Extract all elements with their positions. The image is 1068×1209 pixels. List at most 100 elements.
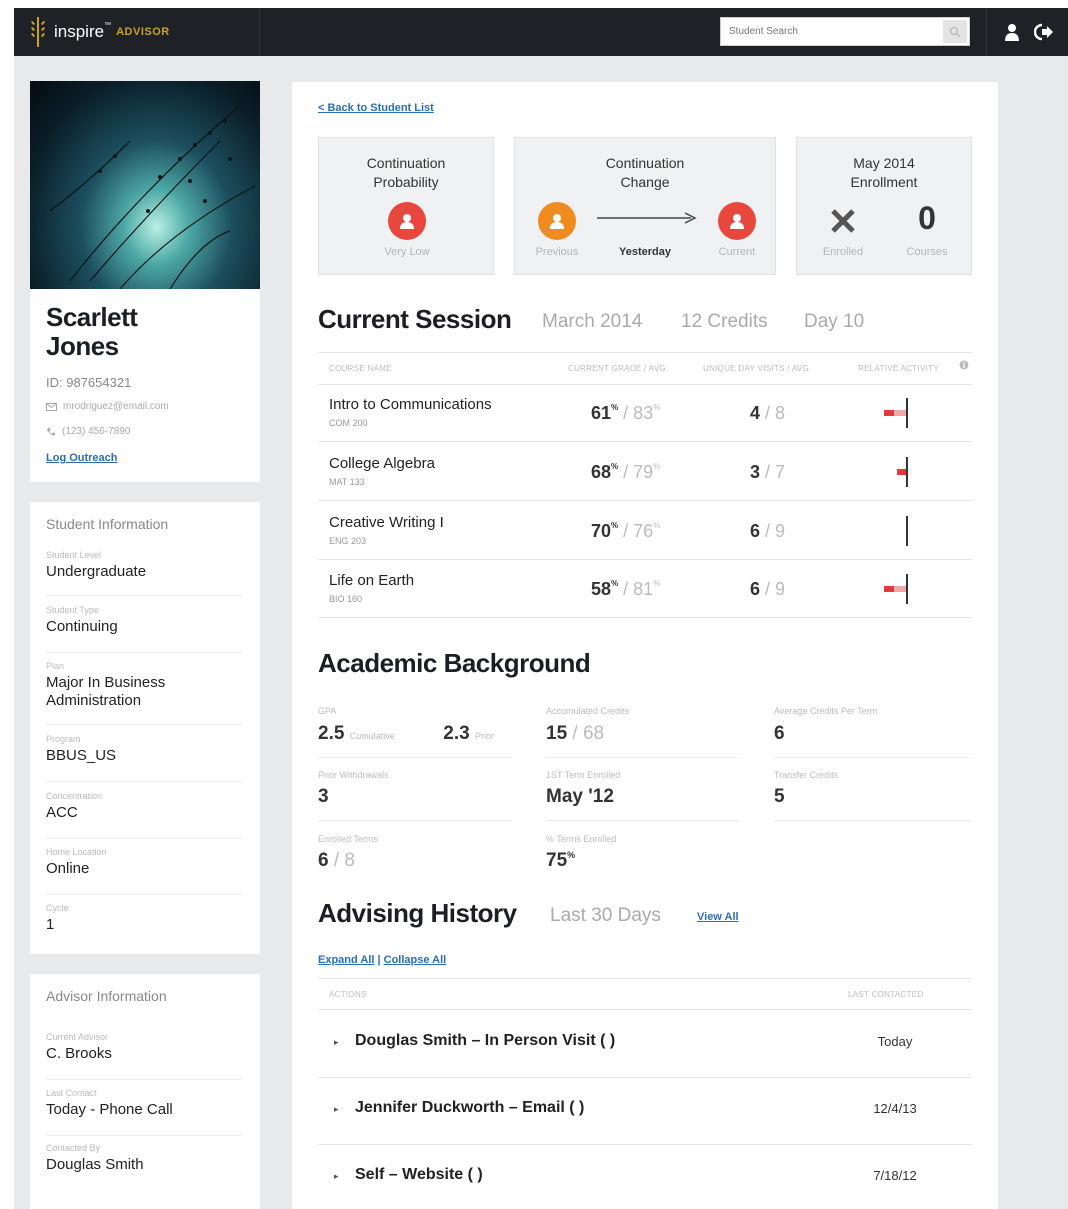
pct-terms-value: 75% xyxy=(546,850,576,871)
continuation-probability-title: Continuation Probability xyxy=(366,155,446,190)
history-header-bottom-line xyxy=(318,1009,972,1010)
course-code: ENG 203 xyxy=(329,536,367,546)
course-visits: 6 / 9 xyxy=(750,521,786,541)
history-entry-date: 12/4/13 xyxy=(873,1101,917,1116)
course-grade: 58% / 81% xyxy=(591,579,661,599)
change-arrow-icon xyxy=(597,212,697,224)
header-current-grade: Current Grade / Avg. xyxy=(568,364,669,373)
student-profile-card: Scarlett Jones ID: 987654321 mrodriguez@… xyxy=(30,289,260,482)
search-icon xyxy=(949,26,961,38)
course-grade: 70% / 76% xyxy=(591,521,661,541)
logo-wheat-icon xyxy=(28,15,48,49)
student-phone-row: (123) 456-7890 xyxy=(46,426,130,437)
student-search-input[interactable] xyxy=(721,18,941,45)
field-program: Program BBUS_US xyxy=(46,734,242,782)
app-logo[interactable]: inspire™ ADVISOR xyxy=(14,8,260,56)
student-information-title: Student Information xyxy=(46,516,169,532)
field-student-level: Student Level Undergraduate xyxy=(46,550,242,596)
row-divider xyxy=(318,617,972,618)
enrolled-terms-label: Enrolled Terms xyxy=(318,834,378,844)
main-panel: < Back to Student List Continuation Prob… xyxy=(292,82,998,1209)
history-entry-text: Self – Website ( ) xyxy=(355,1166,483,1183)
previous-user-icon xyxy=(538,202,576,240)
current-session-title: Current Session xyxy=(318,304,512,334)
field-plan: Plan Major In Business Administration xyxy=(46,661,242,725)
transfer-credits-value: 5 xyxy=(774,786,785,807)
gpa-divider xyxy=(318,757,512,758)
row-divider xyxy=(318,441,972,442)
academic-background-title: Academic Background xyxy=(318,648,591,678)
continuation-change-card: Continuation Change Previous Yesterday C… xyxy=(514,137,776,275)
course-grade: 61% / 83% xyxy=(591,403,661,423)
session-credits: 12 Credits xyxy=(681,311,768,332)
not-enrolled-x-icon xyxy=(831,209,855,233)
student-id: ID: 987654321 xyxy=(46,375,132,390)
session-header-top-line xyxy=(318,352,972,353)
course-name: Intro to Communications xyxy=(329,396,492,413)
probability-user-icon xyxy=(388,202,426,240)
history-entry-date: Today xyxy=(877,1034,913,1049)
student-search xyxy=(720,17,970,46)
history-entry-text: Douglas Smith – In Person Visit ( ) xyxy=(355,1032,616,1049)
expand-collapse-links: Expand All | Collapse All xyxy=(318,954,446,966)
student-email: mrodriguez@email.com xyxy=(63,401,169,412)
logo-subtitle: ADVISOR xyxy=(116,26,170,38)
email-icon xyxy=(46,402,57,411)
header-relative-activity: Relative Activity xyxy=(858,364,939,373)
yesterday-label: Yesterday xyxy=(619,246,671,258)
search-button[interactable] xyxy=(943,20,967,43)
header-unique-visits: Unique Day Visits / Avg. xyxy=(703,364,812,373)
relative-activity-bar xyxy=(884,516,914,546)
avg-credits-value: 6 xyxy=(774,723,785,744)
course-name: Life on Earth xyxy=(329,572,415,589)
expand-caret-icon[interactable]: ▸ xyxy=(334,1104,339,1115)
accumulated-credits-value: 15 / 68 xyxy=(546,723,605,744)
row-divider xyxy=(318,500,972,501)
gpa-values: 2.5 Cumulative 2.3 Prior xyxy=(318,723,495,744)
withdrawals-divider xyxy=(318,820,512,821)
header-actions: Actions xyxy=(329,990,367,999)
probability-label: Very Low xyxy=(384,246,430,258)
log-outreach-link[interactable]: Log Outreach xyxy=(46,452,118,464)
history-header-top-line xyxy=(318,978,972,979)
back-to-student-list-link[interactable]: < Back to Student List xyxy=(318,102,434,114)
advisor-information-card: Advisor Information Current Advisor C. B… xyxy=(30,974,260,1209)
session-header-bottom-line xyxy=(318,384,972,385)
accumulated-divider xyxy=(546,757,740,758)
phone-icon xyxy=(47,427,55,435)
enrollment-card: May 2014 Enrollment 0 Enrolled Courses xyxy=(796,137,972,275)
user-icon[interactable] xyxy=(1004,23,1020,41)
continuation-change-title: Continuation Change xyxy=(605,155,685,190)
logo-text: inspire™ xyxy=(54,22,112,41)
info-icon[interactable] xyxy=(959,360,969,370)
row-divider xyxy=(318,559,972,560)
logout-icon[interactable] xyxy=(1034,23,1054,41)
course-code: MAT 133 xyxy=(329,477,365,487)
avg-credits-divider xyxy=(774,757,972,758)
field-current-advisor: Current Advisor C. Brooks xyxy=(46,1032,242,1080)
courses-label: Courses xyxy=(906,246,948,258)
course-code: COM 200 xyxy=(329,418,368,428)
student-email-row: mrodriguez@email.com xyxy=(46,401,169,412)
relative-activity-bar xyxy=(884,574,914,604)
expand-caret-icon[interactable]: ▸ xyxy=(334,1171,339,1182)
avg-credits-label: Average Credits Per Term xyxy=(774,706,878,716)
expand-caret-icon[interactable]: ▸ xyxy=(334,1037,339,1048)
courses-count: 0 xyxy=(918,200,936,236)
current-label: Current xyxy=(718,246,756,258)
advisor-information-title: Advisor Information xyxy=(46,988,167,1004)
header-course-name: Course Name xyxy=(329,364,392,373)
row-divider xyxy=(318,1144,972,1145)
first-term-label: 1ST Term Enrolled xyxy=(546,770,621,780)
prior-withdrawals-label: Prior Withdrawals xyxy=(318,770,389,780)
row-divider xyxy=(318,1077,972,1078)
header-last-contacted: Last Contacted xyxy=(848,990,924,999)
enrollment-title: May 2014 Enrollment xyxy=(850,155,918,190)
view-all-link[interactable]: View All xyxy=(697,911,739,923)
transfer-divider xyxy=(774,820,972,821)
collapse-all-link[interactable]: Collapse All xyxy=(384,954,447,966)
field-contacted-by: Contacted By Douglas Smith xyxy=(46,1143,144,1173)
course-name: Creative Writing I xyxy=(329,514,444,531)
expand-all-link[interactable]: Expand All xyxy=(318,954,374,966)
relative-activity-bar xyxy=(884,398,914,428)
